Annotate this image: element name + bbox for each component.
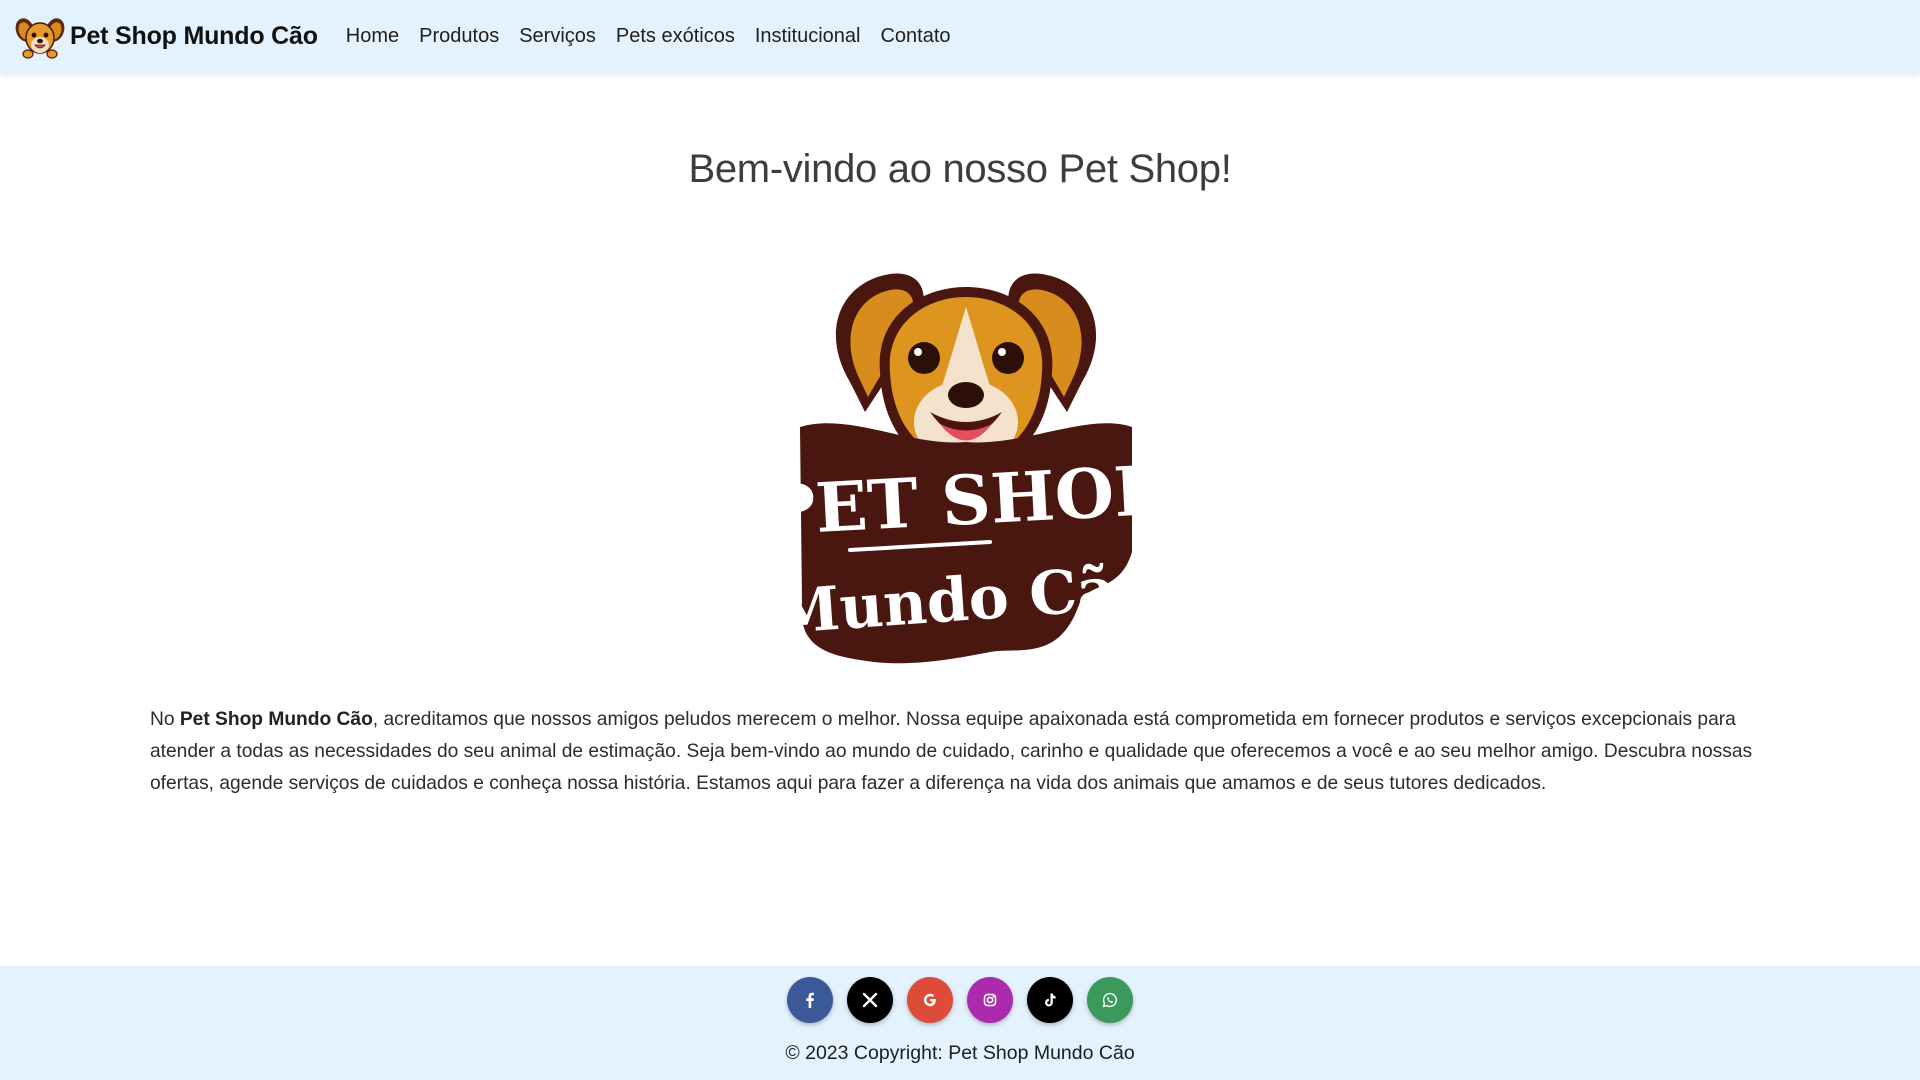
- x-icon[interactable]: [847, 977, 893, 1023]
- nav-link-contato[interactable]: Contato: [880, 25, 950, 48]
- brand-name: Pet Shop Mundo Cão: [70, 22, 318, 50]
- intro-paragraph: No Pet Shop Mundo Cão, acreditamos que n…: [150, 704, 1770, 800]
- intro-prefix: No: [150, 709, 180, 730]
- footer: © 2023 Copyright: Pet Shop Mundo Cão: [0, 966, 1920, 1080]
- nav-link-servicos[interactable]: Serviços: [519, 25, 596, 48]
- google-icon[interactable]: [907, 977, 953, 1023]
- pet-shop-logo-image: PET SHOP Mundo Cão: [790, 273, 1142, 664]
- nav-link-produtos[interactable]: Produtos: [419, 25, 499, 48]
- whatsapp-icon[interactable]: [1087, 977, 1133, 1023]
- brand-link[interactable]: Pet Shop Mundo Cão: [15, 14, 318, 60]
- dog-logo-icon: [15, 17, 65, 59]
- nav-link-home[interactable]: Home: [346, 25, 399, 48]
- page-title: Bem-vindo ao nosso Pet Shop!: [688, 147, 1232, 191]
- intro-brand: Pet Shop Mundo Cão: [179, 709, 373, 730]
- nav-links: Home Produtos Serviços Pets exóticos Ins…: [346, 25, 971, 48]
- nav-link-institucional[interactable]: Institucional: [755, 25, 861, 48]
- social-links: [0, 977, 1920, 1023]
- facebook-icon[interactable]: [787, 977, 833, 1023]
- copyright-text: © 2023 Copyright: Pet Shop Mundo Cão: [785, 1042, 1135, 1064]
- instagram-icon[interactable]: [967, 977, 1013, 1023]
- tiktok-icon[interactable]: [1027, 977, 1073, 1023]
- intro-body: , acreditamos que nossos amigos peludos …: [150, 709, 1753, 794]
- navbar: Pet Shop Mundo Cão Home Produtos Serviço…: [0, 0, 1920, 73]
- nav-link-pets-exoticos[interactable]: Pets exóticos: [616, 25, 735, 48]
